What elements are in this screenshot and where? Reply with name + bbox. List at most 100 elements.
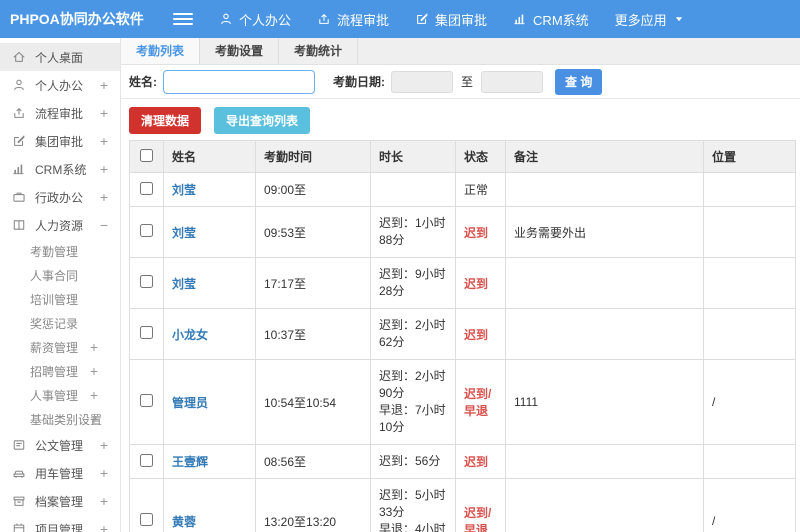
search-button[interactable]: 查 询 (555, 68, 603, 95)
expand-icon[interactable]: + (90, 411, 98, 427)
sidebar-item-12[interactable]: 薪资管理 + (0, 335, 120, 359)
filter-bar: 姓名: 考勤日期: 至 查 询 (121, 65, 800, 99)
table-row: 管理员 10:54至10:54 迟到：2小时90分 早退：7小时10分 迟到/早退 111… (129, 359, 796, 445)
sidebar-item-16[interactable]: 公文管理 + (0, 431, 120, 459)
note-text (505, 308, 704, 360)
export-list-button[interactable]: 导出查询列表 (214, 107, 311, 134)
note-text: 业务需要外出 (505, 206, 704, 258)
duration-late: 迟到：5小时33分 (379, 488, 446, 519)
nav-item-5[interactable]: 更多应用 (615, 10, 686, 29)
sidebar-item-5[interactable]: CRM系统 + (0, 155, 120, 183)
employee-name-link[interactable]: 黄蓉 (172, 515, 196, 529)
employee-name-link[interactable]: 管理员 (172, 396, 208, 410)
nav-item-3[interactable]: 集团审批 (415, 10, 487, 29)
duration-cell: 迟到：2小时62分 (370, 308, 456, 360)
expand-icon[interactable]: + (100, 521, 108, 532)
row-checkbox[interactable] (140, 513, 153, 526)
tab-attendance-list[interactable]: 考勤列表 (121, 38, 201, 64)
status-text: 正常 (455, 172, 506, 207)
row-checkbox[interactable] (140, 275, 153, 288)
date-from-input[interactable] (391, 70, 453, 93)
nav-item-4[interactable]: CRM系统 (513, 10, 589, 29)
col-header-duration: 时长 (370, 140, 456, 173)
location-text: / (703, 478, 796, 532)
table-row: 王壹辉 08:56至 迟到：56分 迟到 (129, 444, 796, 479)
table-row: 刘莹 09:00至 正常 (129, 172, 796, 207)
sidebar-item-1[interactable]: 个人桌面 (0, 43, 120, 71)
sidebar-item-6[interactable]: 行政办公 + (0, 183, 120, 211)
duration-cell: 迟到：9小时28分 (370, 257, 456, 309)
note-text (505, 478, 704, 532)
sidebar-item-19[interactable]: 项目管理 + (0, 515, 120, 532)
duration-cell: 迟到：56分 (370, 444, 456, 479)
clean-data-button[interactable]: 清理数据 (129, 107, 202, 134)
collapse-icon[interactable]: − (100, 217, 108, 233)
row-checkbox[interactable] (140, 224, 153, 237)
sidebar-item-10[interactable]: 培训管理 (0, 287, 120, 311)
app-logo[interactable]: PHPOA协同办公软件 (0, 9, 144, 29)
employee-name-link[interactable]: 王壹辉 (172, 455, 208, 469)
sidebar-item-4[interactable]: 集团审批 + (0, 127, 120, 155)
nav-item-2[interactable]: 流程审批 (317, 10, 389, 29)
sidebar-item-9[interactable]: 人事合同 (0, 263, 120, 287)
expand-icon[interactable]: + (100, 493, 108, 509)
expand-icon[interactable]: + (90, 339, 98, 355)
sidebar-item-8[interactable]: 考勤管理 (0, 239, 120, 263)
employee-name-link[interactable]: 刘莹 (172, 183, 196, 197)
expand-icon[interactable]: + (100, 105, 108, 121)
expand-icon[interactable]: + (90, 363, 98, 379)
date-to-input[interactable] (481, 70, 544, 93)
sidebar: 个人桌面 个人办公 + 流程审批 + 集团审批 + CRM系统 + 行政办公 + 人力资源 − 考勤管理人… (0, 38, 121, 532)
select-all-checkbox[interactable] (140, 148, 153, 162)
employee-name-link[interactable]: 刘莹 (172, 226, 196, 240)
sidebar-item-13[interactable]: 招聘管理 + (0, 359, 120, 383)
expand-icon[interactable]: + (90, 387, 98, 403)
sidebar-item-label: 人事管理 (30, 388, 79, 403)
status-text: 迟到 (455, 444, 506, 479)
attendance-time: 17:17至 (255, 257, 371, 309)
book-icon (12, 218, 27, 232)
sidebar-item-label: 培训管理 (30, 292, 79, 307)
tab-attendance-settings[interactable]: 考勤设置 (200, 38, 280, 64)
location-text: / (703, 359, 796, 445)
expand-icon[interactable]: + (100, 133, 108, 149)
sidebar-item-2[interactable]: 个人办公 + (0, 71, 120, 99)
note-text (505, 172, 704, 207)
sidebar-item-14[interactable]: 人事管理 + (0, 383, 120, 407)
row-checkbox[interactable] (140, 181, 153, 195)
date-filter-label: 考勤日期: (333, 75, 385, 89)
nav-item-1[interactable]: 个人办公 (219, 10, 291, 29)
location-text (703, 257, 796, 309)
expand-icon[interactable]: + (100, 189, 108, 205)
location-text (703, 308, 796, 360)
name-filter-input[interactable] (163, 69, 315, 94)
sidebar-item-label: 公文管理 (35, 438, 84, 453)
expand-icon[interactable]: + (100, 437, 108, 453)
sidebar-item-17[interactable]: 用车管理 + (0, 459, 120, 487)
sidebar-item-18[interactable]: 档案管理 + (0, 487, 120, 515)
sidebar-item-label: CRM系统 (35, 162, 87, 177)
employee-name-link[interactable]: 小龙女 (172, 328, 208, 342)
sidebar-item-label: 人力资源 (35, 218, 84, 233)
nav-item-label: 流程审批 (337, 12, 390, 28)
share-icon (317, 12, 331, 26)
hamburger-menu-icon[interactable] (173, 10, 193, 28)
table-header-row: 姓名 考勤时间 时长 状态 备注 位置 (129, 140, 796, 173)
attendance-table-wrap: 姓名 考勤时间 时长 状态 备注 位置 刘莹 09:00至 正常 刘莹 09:53至 迟到… (121, 140, 800, 532)
share-icon (12, 106, 27, 120)
navbar-menu: 个人办公 流程审批 集团审批 CRM系统 更多应用 (219, 10, 712, 29)
expand-icon[interactable]: + (100, 465, 108, 481)
row-checkbox[interactable] (140, 394, 153, 407)
sidebar-item-11[interactable]: 奖惩记录 (0, 311, 120, 335)
sidebar-item-15[interactable]: 基础类别设置 + (0, 407, 120, 431)
row-checkbox[interactable] (140, 326, 153, 339)
expand-icon[interactable]: + (100, 161, 108, 177)
sidebar-item-3[interactable]: 流程审批 + (0, 99, 120, 127)
employee-name-link[interactable]: 刘莹 (172, 277, 196, 291)
expand-icon[interactable]: + (100, 77, 108, 93)
archive-icon (12, 494, 27, 508)
tab-attendance-stats[interactable]: 考勤统计 (279, 38, 359, 64)
row-checkbox[interactable] (140, 453, 153, 467)
sidebar-item-label: 考勤管理 (30, 244, 79, 259)
sidebar-item-7[interactable]: 人力资源 − (0, 211, 120, 239)
